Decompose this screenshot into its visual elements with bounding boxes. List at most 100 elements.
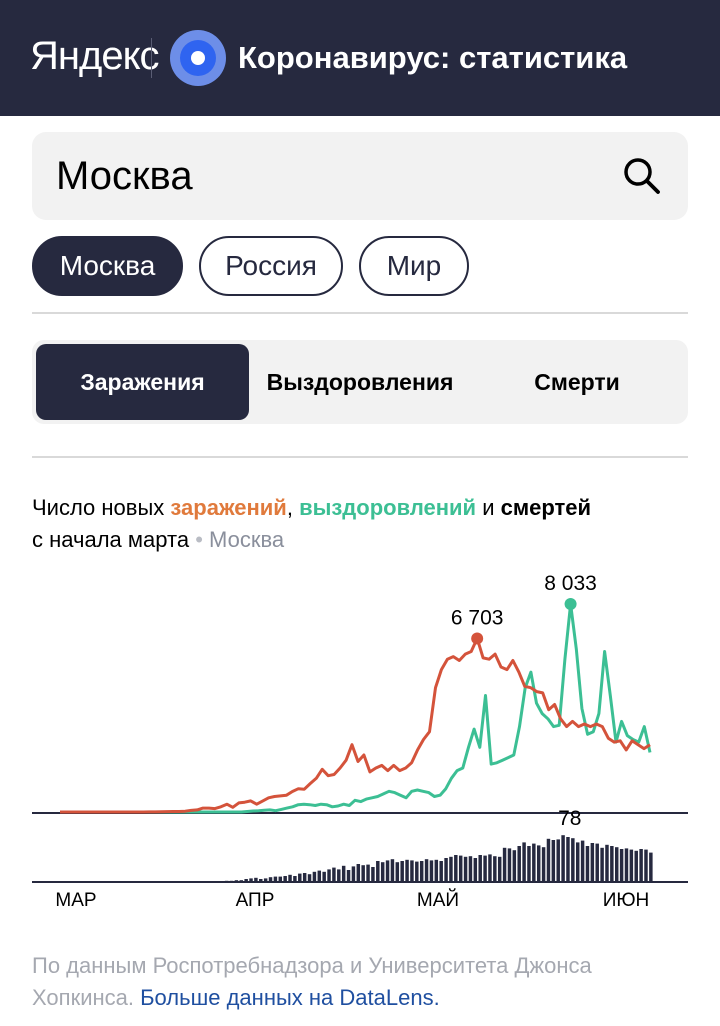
death-bar <box>278 876 283 882</box>
x-tick-label: МАЙ <box>417 889 459 911</box>
death-bar <box>224 880 229 882</box>
covid-chart: 6 703 8 033 78 МАР АПР МАЙ ИЮН <box>32 572 688 911</box>
death-bar <box>220 881 224 882</box>
death-bar <box>273 876 278 882</box>
death-bar <box>405 859 409 882</box>
divider <box>32 456 688 458</box>
death-bar <box>454 855 458 882</box>
death-bar <box>283 876 287 882</box>
death-bar <box>254 877 258 882</box>
death-bar <box>244 879 248 882</box>
tab-deaths[interactable]: Смерти <box>470 344 684 420</box>
death-bar <box>619 849 624 882</box>
death-bar <box>419 861 424 882</box>
search-icon[interactable] <box>620 154 664 198</box>
death-bar <box>229 880 234 882</box>
brand-logo[interactable]: Яндекс <box>30 34 160 79</box>
death-bar <box>337 869 341 882</box>
death-bar <box>551 840 556 882</box>
caption-infections: заражений <box>170 495 287 520</box>
caption-recoveries: выздоровлений <box>299 495 477 520</box>
death-bar <box>517 846 521 882</box>
death-bar <box>415 861 419 882</box>
data-source-footer: По данным Роспотребнадзора и Университет… <box>32 950 692 1014</box>
death-bar <box>463 856 468 882</box>
death-bar <box>293 876 297 882</box>
datalens-link[interactable]: Больше данных на DataLens. <box>140 985 440 1010</box>
header-divider <box>151 38 152 78</box>
death-bar <box>600 847 604 882</box>
death-bar <box>629 849 634 882</box>
death-bar <box>449 856 453 882</box>
death-bar <box>571 838 575 882</box>
death-bar <box>385 860 390 882</box>
region-pill-world[interactable]: Мир <box>359 236 469 296</box>
death-bar <box>390 859 395 882</box>
infections-peak-marker <box>471 632 484 645</box>
death-bar <box>434 859 439 882</box>
death-bar <box>644 849 648 882</box>
deaths-peak-label: 78 <box>558 807 581 830</box>
death-bar <box>575 842 580 882</box>
death-bar <box>493 856 497 882</box>
death-bar <box>341 865 346 882</box>
death-bar <box>590 843 595 882</box>
death-bar <box>639 849 643 882</box>
region-pill-russia[interactable]: Россия <box>199 236 343 296</box>
death-bar <box>580 840 585 882</box>
region-pill-moscow[interactable]: Москва <box>32 236 183 296</box>
death-bar <box>527 846 531 882</box>
death-bar <box>458 855 463 882</box>
tab-recoveries[interactable]: Выздоровления <box>250 344 470 420</box>
chart-caption: Число новых заражений, выздоровлений и с… <box>32 492 692 556</box>
death-bar <box>298 873 302 882</box>
caption-location: Москва <box>209 527 285 552</box>
death-bar <box>268 877 273 882</box>
death-bar <box>312 871 317 882</box>
death-bar <box>536 845 541 882</box>
recoveries-line <box>60 602 652 814</box>
caption-prefix: Число новых <box>32 495 171 520</box>
death-bar <box>439 861 443 882</box>
death-bar <box>610 846 614 882</box>
death-bar <box>556 839 560 882</box>
death-bar <box>361 865 365 882</box>
death-bar <box>356 864 361 882</box>
tab-infections[interactable]: Заражения <box>36 344 249 420</box>
death-bar <box>249 878 253 882</box>
caption-and: и <box>476 495 501 520</box>
infections-peak-label: 6 703 <box>451 606 504 629</box>
death-bar <box>546 838 551 882</box>
death-bar <box>497 856 502 882</box>
death-bar <box>332 867 336 882</box>
death-bar <box>371 867 375 882</box>
death-bar <box>380 862 385 882</box>
infections-line <box>60 636 651 814</box>
death-bar <box>502 847 507 882</box>
death-bar <box>346 870 351 882</box>
death-bar <box>614 847 619 882</box>
search-box[interactable] <box>32 132 688 220</box>
death-bar <box>468 856 473 882</box>
search-input[interactable] <box>56 152 596 200</box>
death-bar <box>351 866 356 882</box>
death-bar <box>366 864 370 882</box>
app-header: Яндекс Коронавирус: статистика <box>0 0 720 116</box>
death-bar <box>322 871 326 882</box>
death-bar <box>605 844 609 882</box>
death-bar <box>634 850 638 882</box>
x-tick-label: ИЮН <box>603 890 650 911</box>
target-logo-icon <box>170 30 226 86</box>
death-bar <box>566 837 570 882</box>
app-title: Коронавирус: статистика <box>238 40 628 75</box>
death-bar <box>473 858 478 882</box>
death-bar <box>483 855 487 882</box>
death-bar <box>561 835 565 882</box>
death-bar <box>429 860 434 882</box>
death-bar <box>532 843 536 882</box>
death-bar <box>239 880 244 882</box>
death-bar <box>263 878 268 882</box>
death-bar <box>302 873 307 882</box>
death-bar <box>595 843 599 882</box>
caption-line2: с начала марта <box>32 527 190 552</box>
